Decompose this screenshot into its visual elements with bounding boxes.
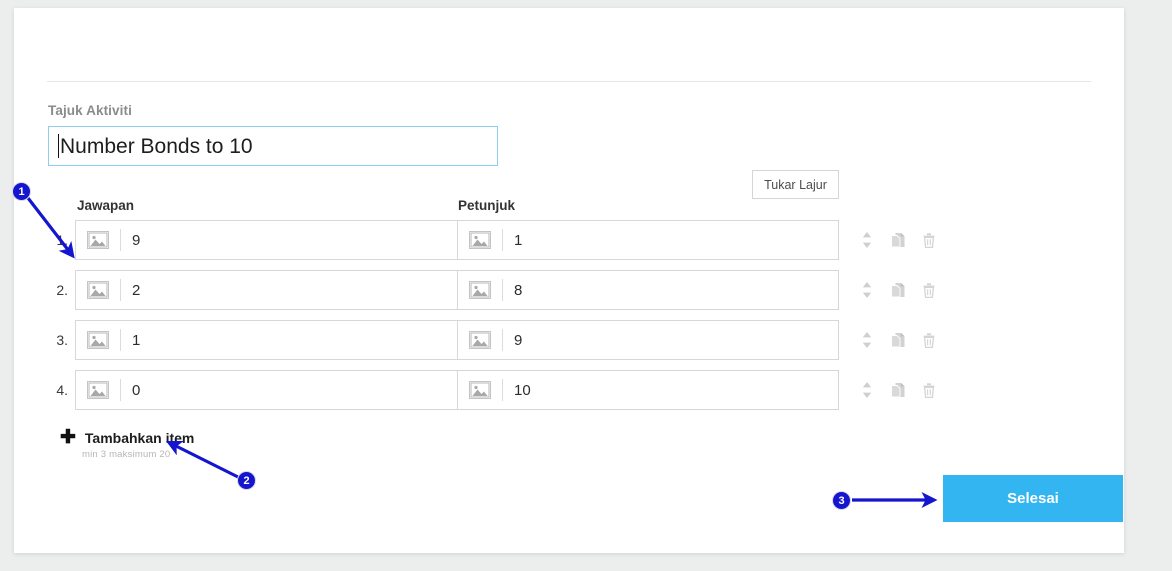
sort-vertical-icon xyxy=(862,282,872,298)
table-row: 4. 0 10 xyxy=(14,370,1124,410)
delete-row-button[interactable] xyxy=(921,231,937,249)
image-placeholder-icon[interactable] xyxy=(87,381,109,399)
answer-cell[interactable]: 2 xyxy=(75,270,458,310)
sort-vertical-icon xyxy=(862,382,872,398)
trash-icon xyxy=(923,333,935,349)
duplicate-icon xyxy=(891,333,905,348)
cell-separator xyxy=(502,279,503,301)
answer-cell[interactable]: 9 xyxy=(75,220,458,260)
trash-icon xyxy=(923,383,935,399)
hint-cell[interactable]: 9 xyxy=(457,320,839,360)
row-number: 4. xyxy=(56,382,68,398)
reorder-row-button[interactable] xyxy=(859,331,875,349)
answer-value: 9 xyxy=(132,231,141,249)
duplicate-row-button[interactable] xyxy=(890,231,906,249)
row-actions xyxy=(859,270,937,310)
cell-separator xyxy=(120,229,121,251)
delete-row-button[interactable] xyxy=(921,281,937,299)
image-placeholder-icon[interactable] xyxy=(87,331,109,349)
hint-value: 1 xyxy=(514,231,523,249)
answer-value: 1 xyxy=(132,331,141,349)
add-item-button[interactable]: ✚ Tambahkan item xyxy=(60,428,194,447)
activity-title-value: Number Bonds to 10 xyxy=(60,134,253,158)
column-header-answer: Jawapan xyxy=(77,198,135,213)
answer-cell[interactable]: 0 xyxy=(75,370,458,410)
cell-separator xyxy=(120,379,121,401)
delete-row-button[interactable] xyxy=(921,331,937,349)
sort-vertical-icon xyxy=(862,332,872,348)
duplicate-row-button[interactable] xyxy=(890,331,906,349)
duplicate-icon xyxy=(891,383,905,398)
annotation-marker-2: 2 xyxy=(237,471,256,490)
duplicate-icon xyxy=(891,233,905,248)
add-item-hint: min 3 maksimum 20 xyxy=(82,449,171,460)
annotation-marker-3: 3 xyxy=(832,491,851,510)
hint-cell[interactable]: 8 xyxy=(457,270,839,310)
activity-editor-card: Tajuk Aktiviti Number Bonds to 10 Tukar … xyxy=(14,8,1124,553)
cell-separator xyxy=(502,329,503,351)
answer-cell[interactable]: 1 xyxy=(75,320,458,360)
activity-title-input[interactable]: Number Bonds to 10 xyxy=(48,126,498,166)
annotation-marker-1: 1 xyxy=(12,182,31,201)
row-number: 2. xyxy=(56,282,68,298)
hint-value: 9 xyxy=(514,331,523,349)
delete-row-button[interactable] xyxy=(921,381,937,399)
image-placeholder-icon[interactable] xyxy=(469,281,491,299)
row-actions xyxy=(859,220,937,260)
text-caret xyxy=(58,134,59,158)
header-divider xyxy=(47,81,1091,82)
reorder-row-button[interactable] xyxy=(859,381,875,399)
cell-separator xyxy=(502,229,503,251)
answer-value: 0 xyxy=(132,381,141,399)
table-row: 3. 1 9 xyxy=(14,320,1124,360)
swap-columns-button[interactable]: Tukar Lajur xyxy=(752,170,839,199)
add-item-label: Tambahkan item xyxy=(84,429,195,446)
table-row: 2. 2 8 xyxy=(14,270,1124,310)
plus-icon: ✚ xyxy=(60,427,76,448)
reorder-row-button[interactable] xyxy=(859,281,875,299)
hint-cell[interactable]: 10 xyxy=(457,370,839,410)
row-number: 3. xyxy=(56,332,68,348)
column-header-hint: Petunjuk xyxy=(458,198,516,213)
hint-cell[interactable]: 1 xyxy=(457,220,839,260)
table-row: 1. 9 1 xyxy=(14,220,1124,260)
duplicate-icon xyxy=(891,283,905,298)
hint-value: 8 xyxy=(514,281,523,299)
duplicate-row-button[interactable] xyxy=(890,281,906,299)
cell-separator xyxy=(120,329,121,351)
cell-separator xyxy=(502,379,503,401)
duplicate-row-button[interactable] xyxy=(890,381,906,399)
image-placeholder-icon[interactable] xyxy=(469,231,491,249)
row-actions xyxy=(859,320,937,360)
row-number: 1. xyxy=(56,232,68,248)
image-placeholder-icon[interactable] xyxy=(469,381,491,399)
image-placeholder-icon[interactable] xyxy=(469,331,491,349)
submit-button[interactable]: Selesai xyxy=(943,475,1123,522)
activity-title-label: Tajuk Aktiviti xyxy=(48,103,132,118)
answer-value: 2 xyxy=(132,281,141,299)
image-placeholder-icon[interactable] xyxy=(87,281,109,299)
sort-vertical-icon xyxy=(862,232,872,248)
hint-value: 10 xyxy=(514,381,531,399)
trash-icon xyxy=(923,283,935,299)
row-actions xyxy=(859,370,937,410)
image-placeholder-icon[interactable] xyxy=(87,231,109,249)
trash-icon xyxy=(923,233,935,249)
cell-separator xyxy=(120,279,121,301)
reorder-row-button[interactable] xyxy=(859,231,875,249)
